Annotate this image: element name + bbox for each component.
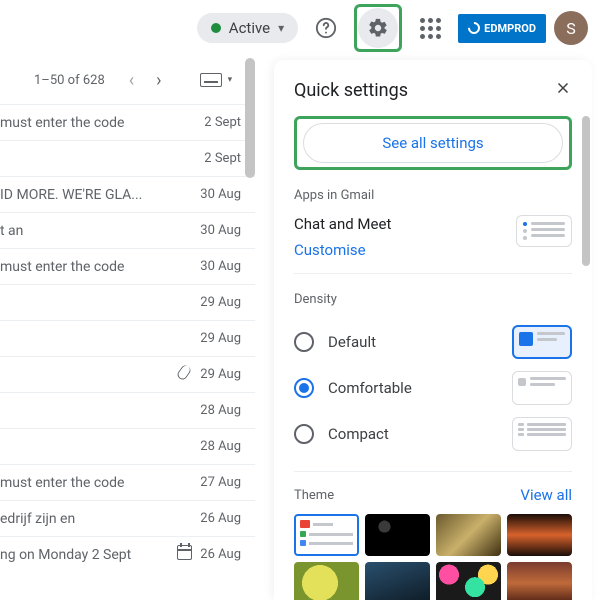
- gear-icon: [367, 17, 389, 39]
- help-icon: [315, 17, 337, 39]
- density-comfortable-label: Comfortable: [328, 379, 412, 397]
- settings-highlight: [354, 4, 402, 52]
- density-option-compact[interactable]: Compact: [294, 424, 389, 444]
- email-date: 2 Sept: [204, 115, 241, 130]
- avatar-initial: S: [566, 19, 576, 38]
- theme-section-label: Theme: [294, 488, 334, 503]
- email-row[interactable]: 2 Sept: [0, 140, 255, 176]
- help-button[interactable]: [306, 8, 346, 48]
- theme-thumb-7[interactable]: [436, 562, 501, 600]
- email-date: 2 Sept: [204, 151, 241, 166]
- email-date: 29 Aug: [200, 367, 241, 382]
- email-date: 29 Aug: [200, 295, 241, 310]
- email-row[interactable]: ID MORE. WE'RE GLA... 30 Aug: [0, 176, 255, 212]
- email-row[interactable]: ng on Monday 2 Sept 26 Aug: [0, 536, 255, 572]
- calendar-icon: [177, 545, 192, 564]
- density-compact-label: Compact: [328, 425, 389, 443]
- status-dot-icon: [211, 23, 221, 33]
- theme-thumb-3[interactable]: [436, 514, 501, 556]
- apps-grid-icon: [420, 18, 441, 39]
- account-avatar[interactable]: S: [554, 11, 588, 45]
- email-subject: must enter the code: [0, 259, 132, 275]
- see-all-settings-button[interactable]: See all settings: [303, 123, 563, 163]
- email-date: 29 Aug: [200, 331, 241, 346]
- brand-label: EDMPROD: [484, 22, 536, 35]
- email-row[interactable]: must enter the code 27 Aug: [0, 464, 255, 500]
- page-prev-button[interactable]: ‹: [125, 70, 138, 91]
- page-next-button[interactable]: ›: [152, 70, 165, 91]
- email-date: 26 Aug: [200, 511, 241, 526]
- density-section-label: Density: [294, 292, 572, 307]
- panel-title: Quick settings: [294, 80, 408, 101]
- email-row[interactable]: must enter the code 2 Sept: [0, 104, 255, 140]
- email-subject: edrijf zijn en: [0, 511, 83, 527]
- input-tools-icon[interactable]: [200, 73, 222, 87]
- radio-icon: [294, 332, 314, 352]
- theme-thumb-6[interactable]: [365, 562, 430, 600]
- email-row[interactable]: must enter the code 30 Aug: [0, 248, 255, 284]
- density-default-preview-icon: [512, 325, 572, 359]
- theme-view-all-link[interactable]: View all: [520, 486, 572, 504]
- email-date: 30 Aug: [200, 187, 241, 202]
- list-toolbar: 1–50 of 628 ‹ › ▾: [0, 56, 255, 104]
- see-all-highlight: See all settings: [294, 116, 572, 170]
- density-option-comfortable[interactable]: Comfortable: [294, 378, 412, 398]
- email-date: 27 Aug: [200, 475, 241, 490]
- panel-scrollbar-thumb[interactable]: [582, 116, 590, 266]
- email-row[interactable]: edrijf zijn en 26 Aug: [0, 500, 255, 536]
- theme-thumb-4[interactable]: [507, 514, 572, 556]
- settings-button[interactable]: [358, 8, 398, 48]
- brand-icon: [466, 20, 483, 37]
- density-compact-preview-icon: [512, 417, 572, 451]
- email-row[interactable]: 28 Aug: [0, 392, 255, 428]
- email-date: 30 Aug: [200, 259, 241, 274]
- theme-thumb-2[interactable]: [365, 514, 430, 556]
- pagination-label: 1–50 of 628: [34, 73, 105, 88]
- brand-badge[interactable]: EDMPROD: [458, 14, 546, 43]
- chat-meet-preview-icon: [516, 215, 572, 247]
- customise-link[interactable]: Customise: [294, 241, 366, 259]
- attachment-icon: [176, 365, 192, 385]
- status-label: Active: [229, 19, 270, 37]
- email-subject: must enter the code: [0, 115, 132, 131]
- email-row[interactable]: 29 Aug: [0, 284, 255, 320]
- apps-section-label: Apps in Gmail: [294, 188, 572, 203]
- email-subject: must enter the code: [0, 475, 132, 491]
- email-subject: t an: [0, 223, 31, 239]
- email-date: 30 Aug: [200, 223, 241, 238]
- density-comfortable-preview-icon: [512, 371, 572, 405]
- email-row[interactable]: 28 Aug: [0, 428, 255, 464]
- input-tools-caret-icon[interactable]: ▾: [228, 75, 233, 85]
- theme-thumb-5[interactable]: [294, 562, 359, 600]
- chevron-down-icon: ▾: [278, 21, 284, 35]
- close-icon: [554, 79, 572, 97]
- close-button[interactable]: [554, 78, 572, 102]
- google-apps-button[interactable]: [410, 8, 450, 48]
- theme-thumb-default[interactable]: [294, 514, 359, 556]
- email-row[interactable]: 29 Aug: [0, 356, 255, 392]
- email-subject: ID MORE. WE'RE GLA...: [0, 187, 150, 203]
- scrollbar-thumb[interactable]: [245, 58, 255, 178]
- inbox-list-pane: 1–50 of 628 ‹ › ▾ must enter the code 2 S…: [0, 56, 256, 600]
- quick-settings-panel: Quick settings See all settings Apps in …: [274, 60, 592, 600]
- density-option-default[interactable]: Default: [294, 332, 376, 352]
- email-row[interactable]: t an 30 Aug: [0, 212, 255, 248]
- radio-icon: [294, 424, 314, 444]
- theme-grid: [294, 514, 572, 600]
- email-subject: ng on Monday 2 Sept: [0, 547, 139, 563]
- radio-icon: [294, 378, 314, 398]
- density-default-label: Default: [328, 333, 376, 351]
- top-bar: Active ▾ EDMPROD S: [0, 0, 600, 56]
- email-date: 28 Aug: [200, 439, 241, 454]
- email-date: 28 Aug: [200, 403, 241, 418]
- status-chip[interactable]: Active ▾: [197, 13, 298, 43]
- email-date: 26 Aug: [200, 547, 241, 562]
- email-row[interactable]: 29 Aug: [0, 320, 255, 356]
- chat-meet-label: Chat and Meet: [294, 215, 391, 233]
- theme-thumb-8[interactable]: [507, 562, 572, 600]
- email-list: must enter the code 2 Sept 2 Sept ID MORE. …: [0, 104, 255, 572]
